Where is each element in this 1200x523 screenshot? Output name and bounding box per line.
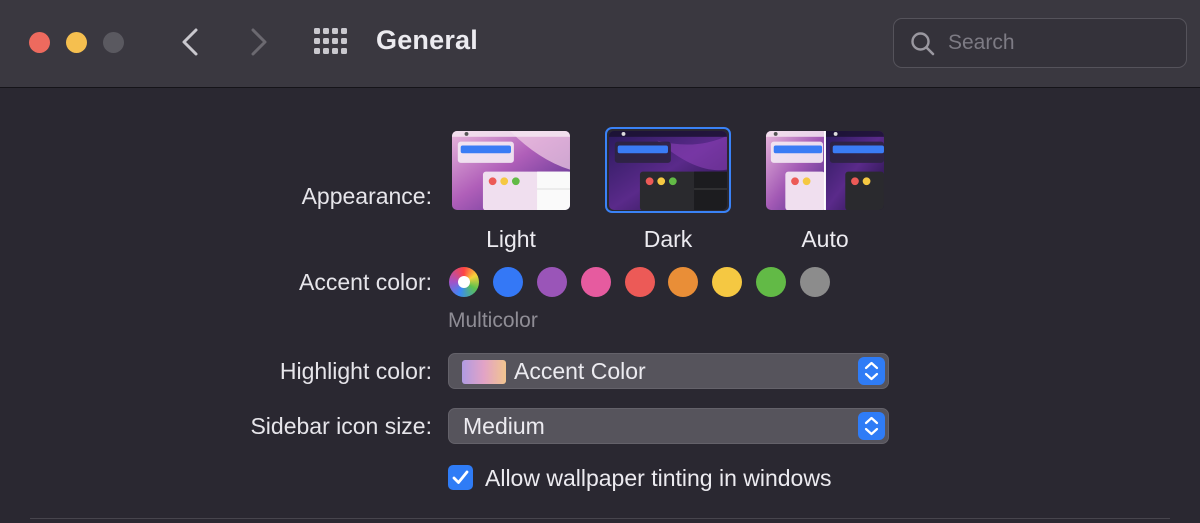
accent-swatch-yellow[interactable] (712, 267, 742, 297)
accent-selected-name: Multicolor (448, 309, 538, 332)
search-icon (911, 32, 935, 56)
section-divider (30, 518, 1170, 519)
title-bar: General (0, 0, 1200, 88)
back-button[interactable] (176, 26, 206, 58)
appearance-auto-option[interactable]: Auto (762, 127, 888, 253)
highlight-color-swatch (462, 360, 506, 384)
search-field[interactable] (893, 18, 1187, 68)
accent-swatch-pink[interactable] (581, 267, 611, 297)
light-mode-preview-image (452, 131, 570, 211)
up-down-chevron-icon (864, 416, 879, 436)
highlight-color-value: Accent Color (514, 358, 646, 384)
appearance-light-label: Light (486, 226, 536, 252)
accent-swatch-red[interactable] (625, 267, 655, 297)
zoom-window-button[interactable] (103, 32, 124, 53)
highlight-color-label: Highlight color: (279, 358, 432, 384)
appearance-auto-thumbnail[interactable] (762, 127, 888, 213)
dark-mode-preview-image (609, 131, 727, 211)
wallpaper-tinting-checkbox[interactable] (448, 465, 473, 490)
highlight-color-popup[interactable]: Accent Color (448, 353, 889, 389)
appearance-light-option[interactable]: Light (448, 127, 574, 253)
accent-color-label: Accent color: (299, 269, 432, 295)
close-window-button[interactable] (29, 32, 50, 53)
checkmark-icon (452, 470, 469, 484)
accent-swatch-orange[interactable] (668, 267, 698, 297)
chevron-left-icon (182, 28, 198, 56)
highlight-popup-stepper[interactable] (858, 357, 885, 385)
appearance-light-thumbnail[interactable] (448, 127, 574, 213)
chevron-right-icon (251, 28, 267, 56)
appearance-auto-label: Auto (801, 226, 849, 252)
accent-swatch-multicolor[interactable] (449, 267, 479, 297)
sidebar-icon-size-popup[interactable]: Medium (448, 408, 889, 444)
show-all-preferences-button[interactable] (314, 28, 348, 54)
accent-swatch-blue[interactable] (493, 267, 523, 297)
grid-icon (314, 28, 348, 54)
window-title: General (376, 25, 478, 55)
appearance-dark-option[interactable]: Dark (605, 127, 731, 253)
sidebar-icon-size-label: Sidebar icon size: (250, 413, 432, 439)
minimize-window-button[interactable] (66, 32, 87, 53)
appearance-dark-thumbnail[interactable] (605, 127, 731, 213)
sidebar-icon-size-value: Medium (463, 413, 545, 439)
up-down-chevron-icon (864, 361, 879, 381)
forward-button[interactable] (243, 26, 273, 58)
sidebar-size-popup-stepper[interactable] (858, 412, 885, 440)
accent-swatch-purple[interactable] (537, 267, 567, 297)
wallpaper-tinting-label[interactable]: Allow wallpaper tinting in windows (485, 465, 831, 492)
accent-swatch-graphite[interactable] (800, 267, 830, 297)
auto-mode-preview-image (766, 131, 884, 211)
appearance-dark-label: Dark (643, 226, 693, 252)
search-input[interactable] (948, 29, 1173, 57)
appearance-label: Appearance: (301, 183, 432, 209)
accent-swatch-green[interactable] (756, 267, 786, 297)
